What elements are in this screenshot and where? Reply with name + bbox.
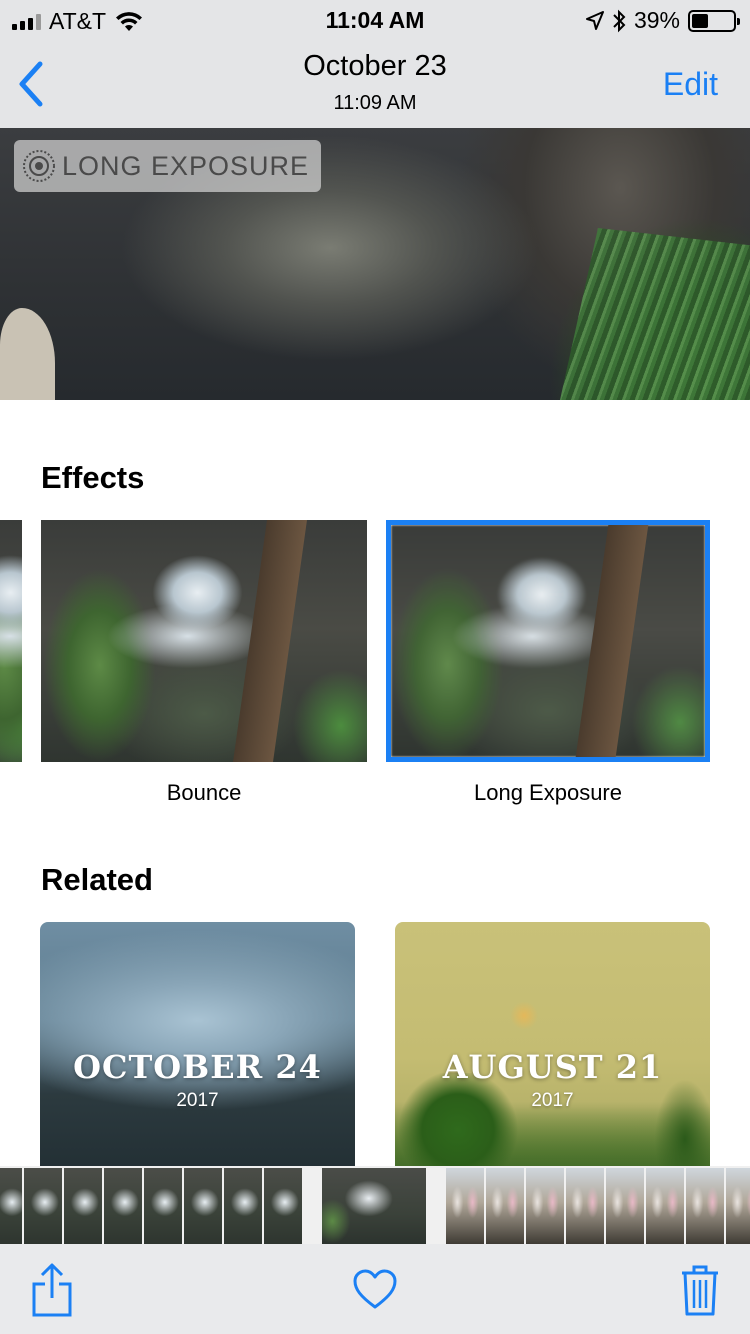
related-card-year: 2017 [176,1090,219,1111]
filmstrip-thumbnail[interactable] [726,1168,750,1244]
status-right: 39% [585,7,740,34]
live-photo-icon [23,150,55,182]
long-exposure-badge: LONG EXPOSURE [14,140,322,192]
effects-title: Effects [41,460,145,495]
related-card-october[interactable]: OCTOBER 24 2017 [40,922,355,1168]
hero-photo[interactable]: LONG EXPOSURE [0,128,750,400]
filmstrip-thumbnail[interactable] [64,1168,102,1244]
location-icon [585,10,604,30]
effect-thumb-previous[interactable] [0,520,22,762]
nav-title: October 23 [303,50,447,82]
related-card-year: 2017 [531,1090,574,1111]
related-title: Related [41,862,153,897]
filmstrip-current[interactable] [322,1168,426,1244]
filmstrip-thumbnail[interactable] [0,1168,22,1244]
battery-icon [688,9,740,32]
battery-percent: 39% [633,7,680,33]
long-exposure-preview [391,525,705,757]
filmstrip-thumbnail[interactable] [646,1168,684,1244]
filmstrip-thumbnail[interactable] [606,1168,644,1244]
filmstrip-thumbnail[interactable] [104,1168,142,1244]
filmstrip-thumbnail[interactable] [526,1168,564,1244]
filmstrip-thumbnail[interactable] [264,1168,302,1244]
bluetooth-icon [613,9,626,32]
related-card-title: AUGUST 21 [442,1048,663,1086]
trash-icon [682,1265,718,1316]
bottom-toolbar [0,1244,750,1334]
favorite-button[interactable] [352,1268,398,1315]
related-card-title: OCTOBER 24 [73,1048,322,1086]
filmstrip-thumbnail[interactable] [446,1168,484,1244]
nav-subtitle: 11:09 AM [333,92,417,114]
share-button[interactable] [30,1262,74,1323]
share-icon [32,1263,72,1317]
heart-icon [353,1269,397,1309]
status-bar: AT&T 11:04 AM 39% [0,0,750,40]
filmstrip-thumbnail[interactable] [486,1168,524,1244]
effect-thumb-bounce[interactable] [41,520,367,762]
bounce-preview [41,520,367,762]
effect-thumb-long-exposure[interactable] [386,520,710,762]
filmstrip-thumbnail[interactable] [224,1168,262,1244]
badge-label: LONG EXPOSURE [62,150,310,181]
hero-grass [560,228,750,400]
effect-label-bounce: Bounce [166,780,242,805]
effect-label-long-exposure: Long Exposure [474,780,622,805]
filmstrip[interactable] [0,1166,750,1244]
delete-button[interactable] [680,1264,720,1321]
filmstrip-thumbnail[interactable] [686,1168,724,1244]
filmstrip-thumbnail[interactable] [184,1168,222,1244]
filmstrip-thumbnail[interactable] [24,1168,62,1244]
edit-button[interactable]: Edit [663,66,718,103]
filmstrip-thumbnail[interactable] [566,1168,604,1244]
nav-bar: October 23 11:09 AM Edit [0,40,750,128]
filmstrip-group-previous [0,1168,302,1244]
filmstrip-thumbnail[interactable] [144,1168,182,1244]
filmstrip-group-next [446,1168,750,1244]
battery-fill [692,13,708,28]
hero-rock [0,308,55,400]
related-card-august[interactable]: AUGUST 21 2017 [395,922,710,1168]
